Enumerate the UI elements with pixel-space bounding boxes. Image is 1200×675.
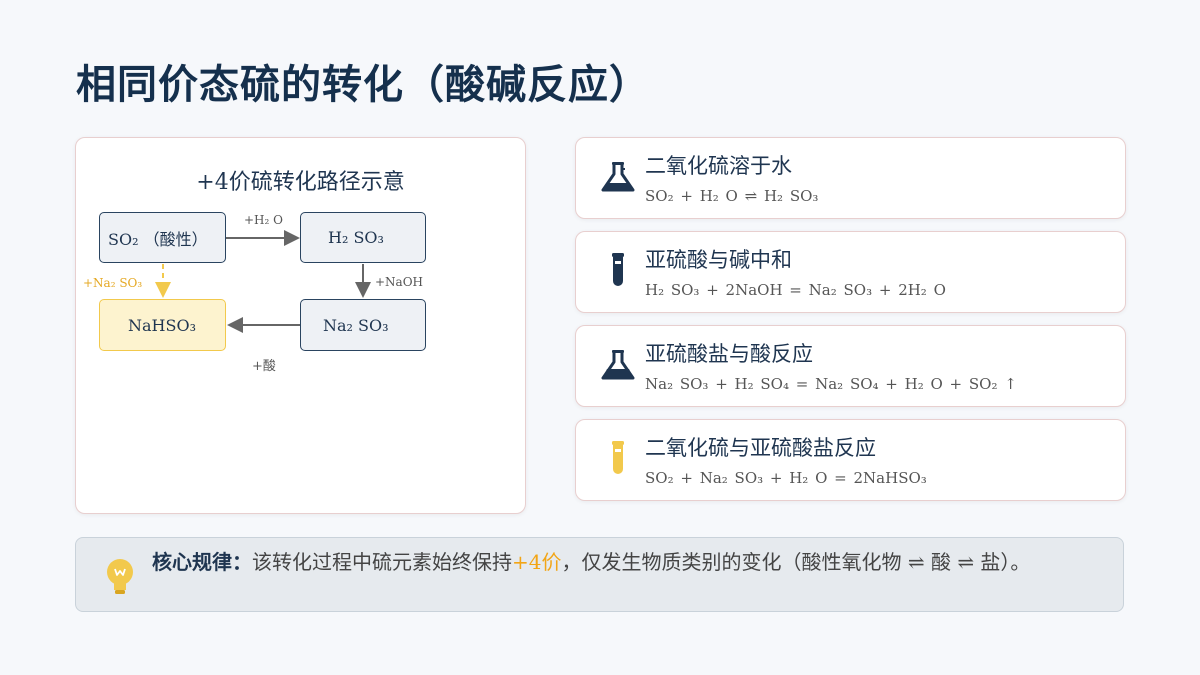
reaction-equation: SO₂ + Na₂ SO₃ + H₂ O = 2NaHSO₃ [645, 469, 927, 487]
diagram-card: +4价硫转化路径示意 SO₂ （酸性） H₂ SO₃ NaHSO₃ Na₂ SO… [75, 137, 526, 514]
reaction-equation: H₂ SO₃ + 2NaOH = Na₂ SO₃ + 2H₂ O [645, 281, 946, 299]
summary-highlight: +4价 [512, 550, 562, 574]
node-so2: SO₂ （酸性） [99, 212, 226, 263]
edge-label-na2so3: +Na₂ SO₃ [83, 276, 143, 290]
summary-label: 核心规律： [152, 550, 252, 574]
node-na2so3: Na₂ SO₃ [300, 299, 426, 351]
node-nahso3: NaHSO₃ [99, 299, 226, 351]
page-title: 相同价态硫的转化（酸碱反应） [76, 61, 650, 108]
test-tube-icon [612, 253, 624, 286]
reaction-title: 二氧化硫与亚硫酸盐反应 [645, 436, 876, 460]
test-tube-icon [612, 441, 624, 474]
flask-icon [601, 350, 635, 380]
summary-text: 核心规律：该转化过程中硫元素始终保持+4价，仅发生物质类别的变化（酸性氧化物 ⇌… [152, 547, 1092, 577]
reaction-card: 亚硫酸盐与酸反应 Na₂ SO₃ + H₂ SO₄ = Na₂ SO₄ + H₂… [575, 325, 1126, 407]
edge-label-acid: +酸 [252, 359, 276, 374]
summary-text-before: 该转化过程中硫元素始终保持 [252, 550, 512, 574]
reaction-title: 亚硫酸与碱中和 [645, 248, 792, 272]
reaction-card: 二氧化硫与亚硫酸盐反应 SO₂ + Na₂ SO₃ + H₂ O = 2NaHS… [575, 419, 1126, 501]
reaction-card: 二氧化硫溶于水 SO₂ + H₂ O ⇌ H₂ SO₃ [575, 137, 1126, 219]
reaction-title: 二氧化硫溶于水 [645, 154, 792, 178]
lightbulb-icon [107, 559, 133, 594]
edge-label-h2o: +H₂ O [244, 213, 283, 227]
reaction-card: 亚硫酸与碱中和 H₂ SO₃ + 2NaOH = Na₂ SO₃ + 2H₂ O [575, 231, 1126, 313]
node-h2so3: H₂ SO₃ [300, 212, 426, 263]
summary-box: 核心规律：该转化过程中硫元素始终保持+4价，仅发生物质类别的变化（酸性氧化物 ⇌… [75, 537, 1124, 612]
reaction-equation: Na₂ SO₃ + H₂ SO₄ = Na₂ SO₄ + H₂ O + SO₂ … [645, 375, 1017, 393]
summary-text-after: ，仅发生物质类别的变化（酸性氧化物 ⇌ 酸 ⇌ 盐）。 [561, 550, 1031, 574]
flask-icon [601, 162, 635, 192]
edge-label-naoh: +NaOH [375, 275, 424, 289]
reaction-equation: SO₂ + H₂ O ⇌ H₂ SO₃ [645, 187, 819, 205]
reaction-title: 亚硫酸盐与酸反应 [645, 342, 813, 366]
